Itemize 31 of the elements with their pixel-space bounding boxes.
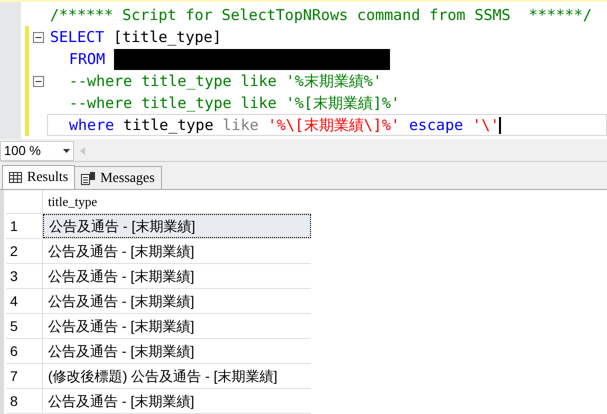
row-number: 4 [6,289,43,314]
table-cell-text: 公告及通告 - [末期業績] [47,342,196,361]
collapse-icon[interactable] [32,76,44,86]
code-editor[interactable]: /****** Script for SelectTopNRows command from SSMS ******/ SELECT [title_type] FROM --where title_type like '%末期業績%' --where title_type like '%[末期業績]%' where title_type like '%\[末期業績\]%' escape '\' [0,0,607,139]
table-cell-text: 公告及通告 - [末期業績] [47,392,196,411]
table-cell-text: 公告及通告 - [末期業績] [47,316,196,336]
code-line: SELECT [title_type] [49,26,223,48]
code-line: /****** Script for SelectTopNRows command from SSMS ******/ [49,4,593,26]
code-line: --where title_type like '%末期業績%' [68,70,383,92]
table-cell-text: 公告及通告 - [末期業績] [47,242,196,261]
results-tab[interactable]: Results [2,165,76,190]
zoom-dropdown[interactable]: 100 % [0,140,74,161]
column-header[interactable]: title_type [43,190,311,214]
code-line: FROM [47,48,607,70]
code-line: --where title_type like '%[末期業績]%' [68,92,401,114]
row-number: 2 [6,239,43,264]
document-icon [81,172,96,185]
table-cell: 公告及通告 - [末期業績] [43,214,311,238]
table-cell-text: 公告及通告 - [末期業績] [47,266,196,286]
grid-icon [9,172,22,184]
row-number: 6 [6,339,43,364]
table-cell-text: 公告及通告 - [末期業績] [47,292,196,311]
caret-icon [63,148,70,153]
row-number: 5 [6,314,43,338]
table-cell-text: (修改後標題) 公告及通告 - [末期業績] [47,366,278,386]
row-number: 3 [6,264,43,288]
collapse-icon[interactable] [32,32,44,42]
row-number: 7 [6,364,43,388]
text-cursor [499,116,502,134]
results-tab[interactable]: Messages [74,166,162,190]
row-number: 8 [6,389,43,414]
